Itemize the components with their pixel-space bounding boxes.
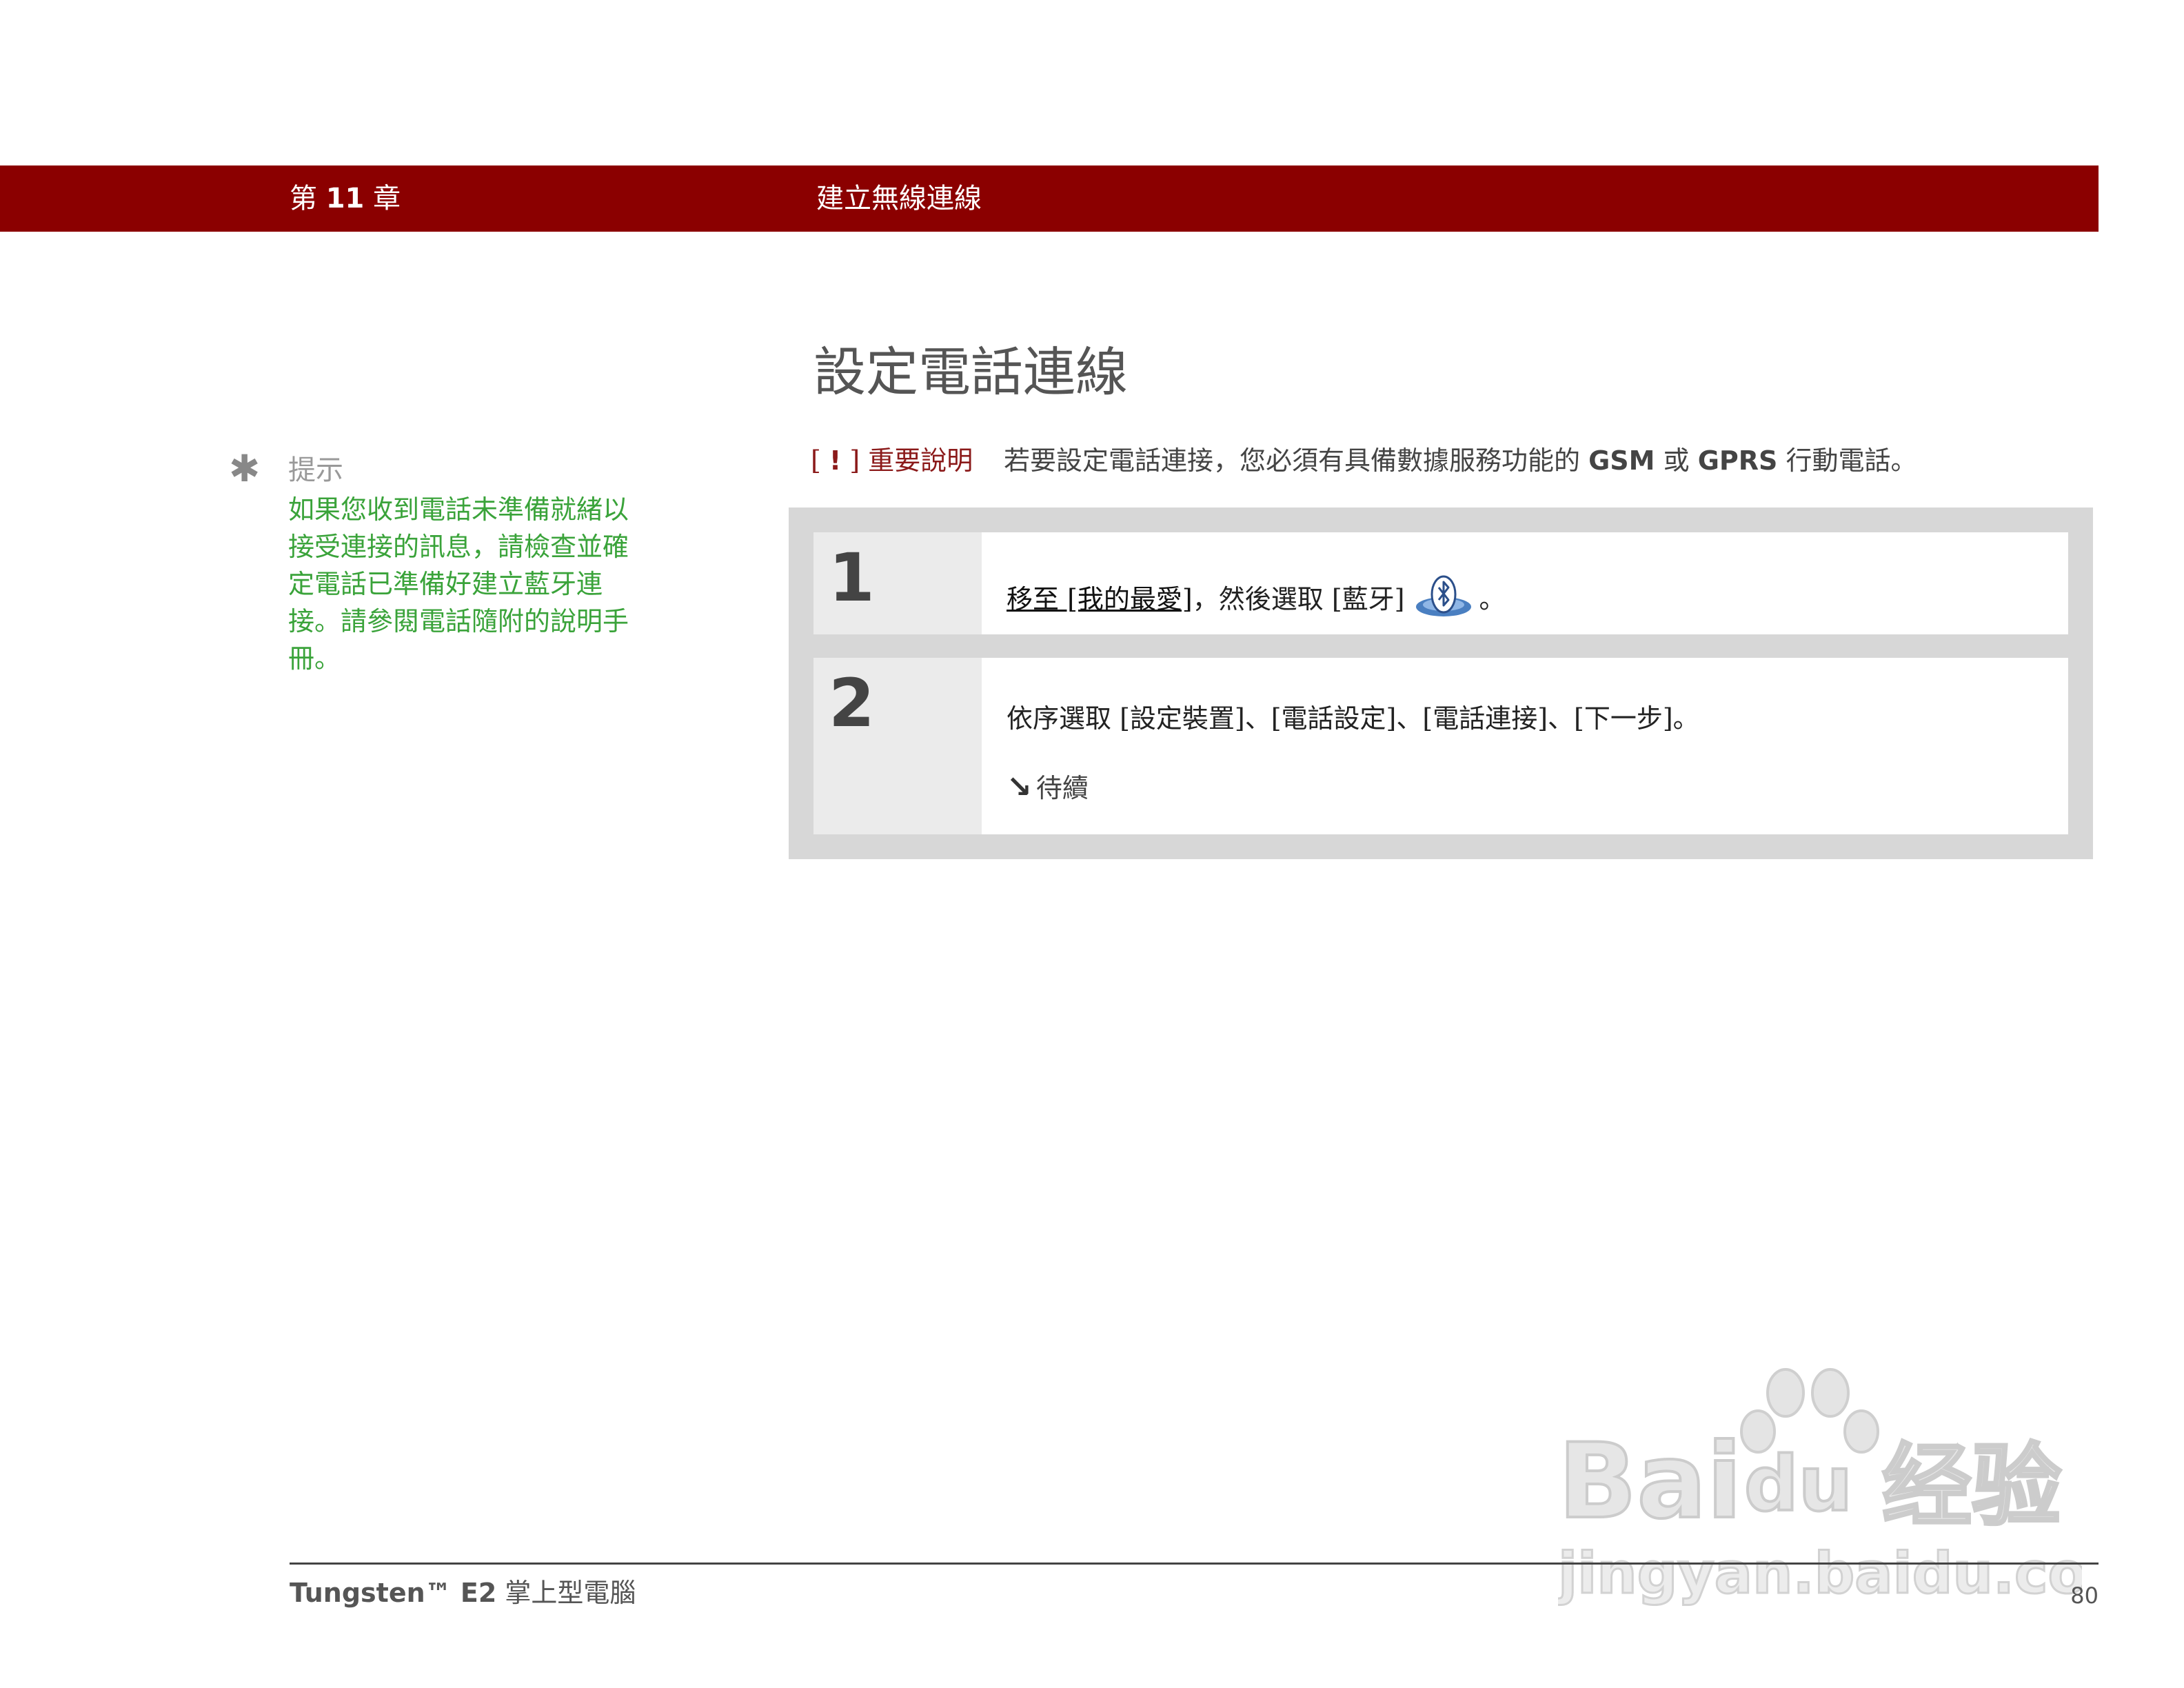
step-number-cell: 2 — [813, 658, 982, 834]
step-2-text: 依序選取 [設定裝置]、[電話設定]、[電話連接]、[下一步]。 — [1007, 703, 1699, 734]
important-text: 若要設定電話連接，您必須有具備數據服務功能的 GSM 或 GPRS 行動電話。 — [1004, 445, 1917, 476]
step-number: 2 — [829, 665, 875, 742]
tip-body: 如果您收到電話未準備就緒以接受連接的訊息，請檢查並確定電話已準備好建立藍牙連接。… — [288, 494, 629, 674]
step-number-cell: 1 — [813, 532, 982, 634]
page-number: 80 — [2070, 1582, 2099, 1609]
svg-text:du: du — [1744, 1440, 1852, 1528]
tip-heading: 提示 — [288, 454, 343, 486]
footer-product: Tungsten™ E2 掌上型電腦 — [290, 1578, 636, 1608]
arrow-down-right-icon: ↘ — [1007, 770, 1032, 805]
baidu-watermark: Bai du 经验 jingyan.baidu.com — [1555, 1365, 2147, 1627]
step-1: 1 移至 [我的最愛]，然後選取 [藍牙] 。 — [813, 532, 2068, 634]
exclamation-icon: ! — [829, 445, 842, 476]
svg-text:经验: 经验 — [1882, 1434, 2061, 1538]
svg-text:Bai: Bai — [1558, 1422, 1742, 1542]
section-label: 建立無線連線 — [816, 183, 982, 214]
important-label: [ ! ] 重要說明 — [811, 445, 973, 476]
footer-rule — [290, 1563, 2099, 1565]
step-1-text: 移至 [我的最愛]，然後選取 [藍牙] 。 — [1007, 572, 1505, 631]
steps-panel: 1 移至 [我的最愛]，然後選取 [藍牙] 。 2 依序選取 [設定裝置]、[電… — [789, 508, 2093, 859]
chapter-label: 第 11 章 — [290, 183, 401, 214]
svg-text:jingyan.baidu.com: jingyan.baidu.com — [1558, 1541, 2082, 1607]
page-title: 設定電話連線 — [813, 341, 1128, 403]
step-2: 2 依序選取 [設定裝置]、[電話設定]、[電話連接]、[下一步]。 ↘ 待續 — [813, 658, 2068, 834]
step-number: 1 — [829, 539, 875, 616]
favorites-link[interactable]: 移至 [我的最愛] — [1007, 584, 1193, 614]
chapter-header-bar: 第 11 章 建立無線連線 — [0, 165, 2099, 232]
continued-indicator: ↘ 待續 — [1007, 770, 1089, 805]
asterisk-icon: ✱ — [229, 447, 261, 490]
bluetooth-icon — [1414, 572, 1473, 631]
